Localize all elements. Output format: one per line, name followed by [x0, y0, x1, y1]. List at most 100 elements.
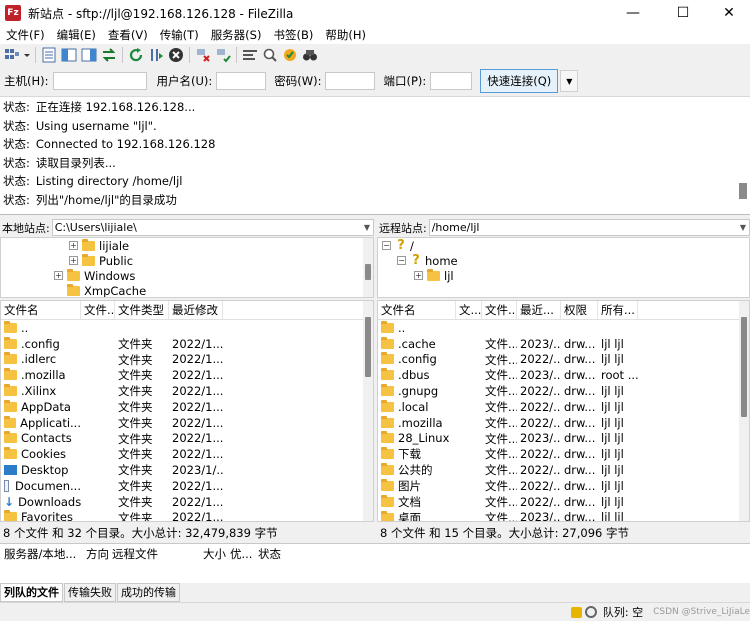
chevron-down-icon[interactable]: ▼ [364, 220, 370, 235]
message-log[interactable]: 状态: 正在连接 192.168.126.128... 状态: Using user… [0, 97, 750, 215]
remote-file-row[interactable]: 图片 文件... 2022/... drw... ljl ljl [378, 478, 638, 494]
search-icon[interactable] [301, 46, 319, 64]
tree-item-public[interactable]: + Public [69, 253, 133, 268]
expand-icon[interactable]: + [69, 241, 78, 250]
remote-file-row[interactable]: 桌面 文件... 2023/... drw... ljl ljl [378, 510, 638, 521]
remote-list-scrollbar[interactable] [739, 301, 749, 521]
tree-item-lijiale[interactable]: + lijiale [69, 238, 129, 253]
tree-item-home[interactable]: −? home [397, 253, 458, 268]
local-file-row[interactable]: .idlerc 文件夹 2022/1... [1, 352, 223, 368]
column-filesize[interactable]: 文... [456, 301, 482, 319]
local-file-row[interactable]: AppData 文件夹 2022/1... [1, 399, 223, 415]
remote-path-input[interactable]: /home/ljl ▼ [428, 219, 750, 236]
menu-bookmarks[interactable]: 书签(B) [267, 27, 319, 43]
refresh-icon[interactable] [127, 46, 145, 64]
remote-file-row[interactable]: .cache 文件... 2023/... drw... ljl ljl [378, 336, 638, 352]
quickconnect-button[interactable]: 快速连接(Q) [480, 69, 559, 93]
process-queue-icon[interactable] [147, 46, 165, 64]
port-input[interactable] [430, 72, 473, 90]
tree-item-xmpcache[interactable]: XmpCache [67, 283, 146, 297]
queue-column-server-local[interactable]: 服务器/本地... [4, 546, 76, 562]
column-owner[interactable]: 所有... [598, 301, 638, 319]
quickconnect-history-dropdown[interactable]: ▼ [560, 70, 579, 92]
column-permissions[interactable]: 权限 [561, 301, 598, 319]
local-file-row[interactable]: Contacts 文件夹 2022/1... [1, 431, 223, 447]
collapse-icon[interactable]: − [397, 256, 406, 265]
column-filetype[interactable]: 文件... [482, 301, 517, 319]
chevron-down-icon[interactable]: ▼ [740, 220, 746, 235]
remote-file-row[interactable]: .. [378, 320, 638, 336]
tree-item-ljl[interactable]: + ljl [414, 268, 454, 283]
toggle-log-icon[interactable] [40, 46, 58, 64]
toggle-local-tree-icon[interactable] [60, 46, 78, 64]
local-tree-scrollbar[interactable] [363, 238, 373, 297]
remote-file-row[interactable]: 文档 文件... 2022/... drw... ljl ljl [378, 494, 638, 510]
remote-directory-tree[interactable]: −? / −? home + ljl [377, 237, 750, 298]
disconnect-icon[interactable] [194, 46, 212, 64]
tree-item-root[interactable]: −? / [382, 238, 414, 253]
queue-column-size[interactable]: 大小 [203, 546, 226, 562]
queue-column-priority[interactable]: 优... [230, 546, 252, 562]
remote-file-row[interactable]: .dbus 文件... 2023/... drw... root ... [378, 367, 638, 383]
site-manager-icon[interactable] [3, 46, 21, 64]
queue-column-direction[interactable]: 方向 [86, 546, 109, 562]
remote-file-list[interactable]: 文件名 文... 文件... 最近... 权限 所有... .. .cache 文件… [377, 300, 750, 522]
menu-server[interactable]: 服务器(S) [205, 27, 268, 43]
local-file-row[interactable]: Documen... 文件夹 2022/1... [1, 478, 223, 494]
local-file-list[interactable]: 文件名 文件... 文件类型 最近修改 .. .config 文件夹 2022/1..… [0, 300, 374, 522]
column-filename[interactable]: 文件名 [378, 301, 456, 319]
toggle-queue-icon[interactable] [100, 46, 118, 64]
local-path-input[interactable]: C:\Users\lijiale\ ▼ [51, 219, 374, 236]
queue-column-remote-file[interactable]: 远程文件 [112, 546, 158, 562]
column-modified[interactable]: 最近修改 [169, 301, 223, 319]
column-filename[interactable]: 文件名 [1, 301, 81, 319]
filter-icon[interactable] [241, 46, 259, 64]
column-modified[interactable]: 最近... [517, 301, 561, 319]
local-file-row[interactable]: .. [1, 320, 223, 336]
cancel-icon[interactable] [167, 46, 185, 64]
tab-queued-files[interactable]: 列队的文件 [0, 583, 63, 602]
tree-item-windows[interactable]: + Windows [54, 268, 135, 283]
reconnect-icon[interactable] [214, 46, 232, 64]
local-file-row[interactable]: Favorites 文件夹 2022/1... [1, 510, 223, 521]
minimize-button[interactable]: — [610, 0, 656, 26]
expand-icon[interactable]: + [69, 256, 78, 265]
local-file-row[interactable]: Desktop 文件夹 2023/1/... [1, 462, 223, 478]
remote-file-row[interactable]: .config 文件... 2022/... drw... ljl ljl [378, 352, 638, 368]
menu-edit[interactable]: 编辑(E) [51, 27, 102, 43]
log-scrollbar-thumb[interactable] [739, 183, 747, 199]
maximize-button[interactable]: ☐ [660, 0, 706, 26]
remote-file-row[interactable]: 公共的 文件... 2022/... drw... ljl ljl [378, 462, 638, 478]
local-directory-tree[interactable]: + lijiale + Public + Windows XmpCache [0, 237, 374, 298]
transfer-queue[interactable]: 服务器/本地... 方向 远程文件 大小 优... 状态 [0, 543, 750, 583]
remote-file-row[interactable]: .local 文件... 2022/... drw... ljl ljl [378, 399, 638, 415]
compare-icon[interactable] [261, 46, 279, 64]
remote-file-row[interactable]: .gnupg 文件... 2022/... drw... ljl ljl [378, 383, 638, 399]
local-file-row[interactable]: Applicati... 文件夹 2022/1... [1, 415, 223, 431]
local-file-row[interactable]: ↓ Downloads 文件夹 2022/1... [1, 494, 223, 510]
menu-help[interactable]: 帮助(H) [319, 27, 372, 43]
menu-view[interactable]: 查看(V) [102, 27, 154, 43]
local-file-row[interactable]: Cookies 文件夹 2022/1... [1, 446, 223, 462]
menu-transfer[interactable]: 传输(T) [154, 27, 205, 43]
password-input[interactable] [325, 72, 376, 90]
queue-column-status[interactable]: 状态 [258, 546, 281, 562]
expand-icon[interactable]: + [414, 271, 423, 280]
column-filetype[interactable]: 文件类型 [115, 301, 169, 319]
local-file-row[interactable]: .config 文件夹 2022/1... [1, 336, 223, 352]
close-button[interactable]: ✕ [706, 0, 750, 26]
remote-file-row[interactable]: 下载 文件... 2022/... drw... ljl ljl [378, 446, 638, 462]
column-filesize[interactable]: 文件... [81, 301, 115, 319]
local-file-row[interactable]: .Xilinx 文件夹 2022/1... [1, 383, 223, 399]
sync-browse-icon[interactable] [281, 46, 299, 64]
remote-file-row[interactable]: 28_Linux 文件... 2023/... drw... ljl ljl [378, 431, 638, 447]
speed-limit-icon[interactable] [584, 606, 597, 618]
tab-failed-transfers[interactable]: 传输失败 [64, 583, 116, 602]
expand-icon[interactable]: + [54, 271, 63, 280]
username-input[interactable] [216, 72, 267, 90]
local-list-scrollbar[interactable] [363, 301, 373, 521]
collapse-icon[interactable]: − [382, 241, 391, 250]
toggle-remote-tree-icon[interactable] [80, 46, 98, 64]
local-file-row[interactable]: .mozilla 文件夹 2022/1... [1, 367, 223, 383]
remote-file-row[interactable]: .mozilla 文件... 2022/... drw... ljl ljl [378, 415, 638, 431]
